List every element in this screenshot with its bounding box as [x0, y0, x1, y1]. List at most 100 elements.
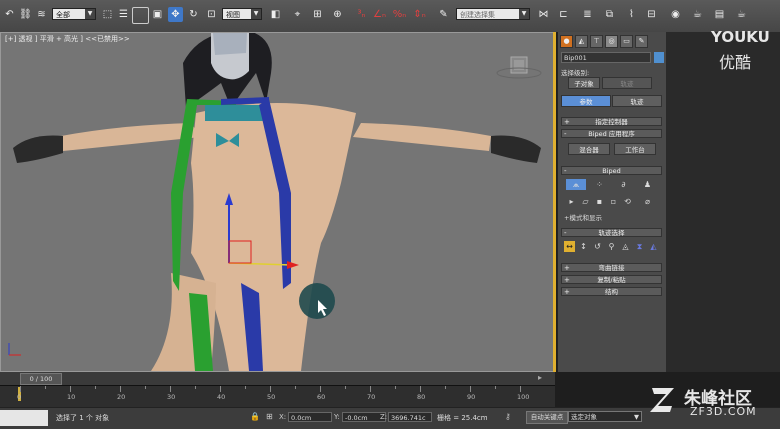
mixer-button[interactable]: 混合器 [568, 143, 610, 155]
x-coord-label: X: [279, 413, 287, 421]
collapse-icon: - [564, 167, 567, 175]
open-file-icon[interactable]: ▱ [580, 196, 591, 207]
grid-size-text: 栅格 = 25.4cm [437, 414, 488, 422]
timeline-tick-label: 40 [217, 393, 226, 401]
rollout-structure[interactable]: + 结构 [561, 287, 662, 296]
rollout-track-select[interactable]: - 轨迹选择 [561, 228, 662, 237]
schematic-view-icon[interactable]: ⊟ [644, 7, 659, 22]
workbench-button[interactable]: 工作台 [614, 143, 656, 155]
display-tab-icon[interactable]: ▭ [620, 35, 633, 48]
keyboard-shortcut-icon[interactable]: ⊞ [310, 7, 325, 22]
youku-logo-cn: 优酷 [719, 53, 752, 72]
select-opposite-icon[interactable]: ◭ [648, 241, 659, 252]
select-by-name-icon[interactable]: ☰ [116, 7, 131, 22]
motion-flow-icon[interactable]: ∂ [618, 179, 629, 190]
mixer-mode-icon[interactable]: ♟ [642, 179, 653, 190]
rollout-biped[interactable]: - Biped [561, 166, 662, 175]
selection-filter-dropdown[interactable]: 全部 ▼ [52, 8, 96, 20]
scale-icon[interactable]: ⊡ [204, 7, 219, 22]
tab-params[interactable]: 参数 [561, 95, 611, 107]
timeline-tick [345, 386, 346, 389]
mode-display-toggle[interactable]: +模式和显示 [564, 212, 602, 222]
viewcube-icon [496, 56, 542, 79]
material-editor-icon[interactable]: ◉ [668, 7, 683, 22]
edit-named-selection-icon[interactable]: ✎ [436, 7, 451, 22]
snaps-toggle-icon[interactable]: ⊕ [330, 7, 345, 22]
object-color-swatch[interactable] [654, 52, 664, 63]
symmetrical-icon[interactable]: ◬ [620, 241, 631, 252]
footstep-mode-icon[interactable]: ⁘ [594, 179, 605, 190]
time-slider-thumb[interactable]: 0 / 100 [20, 373, 62, 385]
timeline-tick [295, 386, 296, 389]
bind-spacewarp-icon[interactable]: ≋ [34, 7, 49, 22]
sub-object-button[interactable]: 子对象 [568, 77, 600, 89]
move-all-icon[interactable]: ⟲ [622, 196, 633, 207]
window-crossing-icon[interactable]: ▣ [150, 7, 165, 22]
track-bar[interactable]: 0 10 20 30 40 50 60 70 80 90 100 [0, 385, 555, 408]
render-production-icon[interactable]: ☕ [734, 7, 749, 22]
timeline-tick [270, 386, 271, 392]
body-rotation-icon[interactable]: ↺ [592, 241, 603, 252]
maxscript-listener[interactable] [0, 410, 48, 426]
rendered-frame-icon[interactable]: ▤ [712, 7, 727, 22]
collapse-icon: - [564, 229, 567, 237]
x-coord-field[interactable]: 0.0cm [288, 412, 332, 422]
save-file-icon[interactable]: ▪ [594, 196, 605, 207]
motion-tab-icon[interactable]: ◎ [605, 35, 618, 48]
lock-icon[interactable]: 🔒 [250, 412, 260, 421]
curve-editor-icon[interactable]: ⌇ [624, 7, 639, 22]
spinner-snap-icon[interactable]: ⇕ₙ [412, 7, 427, 22]
opposite-icon[interactable]: ⧗ [634, 241, 645, 252]
time-slider[interactable]: 0 / 100 ▸ [0, 372, 555, 385]
create-tab-icon[interactable]: ● [560, 35, 573, 48]
named-selection-dropdown[interactable]: 创建选择集 ▼ [456, 8, 530, 20]
body-horizontal-icon[interactable]: ↔ [564, 241, 575, 252]
hierarchy-tab-icon[interactable]: ⊤ [590, 35, 603, 48]
tab-tracks[interactable]: 轨迹 [612, 95, 662, 107]
modify-tab-icon[interactable]: ◭ [575, 35, 588, 48]
rollout-biped-app[interactable]: - Biped 应用程序 [561, 129, 662, 138]
youku-logo: YOUKU [711, 28, 770, 46]
side-blank-area [666, 32, 780, 372]
body-vertical-icon[interactable]: ↕ [578, 241, 589, 252]
angle-snap-icon[interactable]: ∠ₙ [372, 7, 387, 22]
graphite-tools-icon[interactable]: ⧉ [602, 7, 617, 22]
track-level-dropdown[interactable]: 轨迹 [602, 77, 652, 89]
perspective-viewport[interactable]: [+] 透视 ] 平滑 + 高光 ] <<已禁用>> [0, 32, 555, 372]
object-name-field[interactable]: Bip001 [561, 52, 651, 63]
render-setup-icon[interactable]: ☕ [690, 7, 705, 22]
next-frame-icon[interactable]: ▸ [538, 373, 542, 382]
figure-mode-icon[interactable]: ⩕ [566, 179, 586, 190]
select-manipulate-icon[interactable]: ⌖ [290, 7, 305, 22]
align-icon[interactable]: ⊏ [556, 7, 571, 22]
expand-icon: + [564, 276, 570, 284]
key-icon[interactable]: ⚷ [505, 412, 511, 421]
convert-icon[interactable]: ▫ [608, 196, 619, 207]
absolute-mode-icon[interactable]: ⊞ [266, 412, 273, 421]
rect-selection-icon[interactable] [132, 7, 149, 24]
percent-snap-icon[interactable]: %ₙ [392, 7, 407, 22]
rollout-copy-paste[interactable]: + 复制/粘贴 [561, 275, 662, 284]
snap-3d-icon[interactable]: ³ₙ [354, 7, 369, 22]
lock-cog-icon[interactable]: ⚲ [606, 241, 617, 252]
load-file-icon[interactable]: ▸ [566, 196, 577, 207]
select-object-icon[interactable]: ⬚ [100, 7, 115, 22]
buffer-icon[interactable]: ⌀ [642, 196, 653, 207]
timeline-tick [120, 386, 121, 392]
layer-manager-icon[interactable]: ≣ [580, 7, 595, 22]
rotate-icon[interactable]: ↻ [186, 7, 201, 22]
move-icon[interactable]: ✥ [168, 7, 183, 22]
link-icon[interactable]: ⛓ [18, 7, 33, 22]
mirror-icon[interactable]: ⋈ [536, 7, 551, 22]
undo-icon[interactable]: ↶ [2, 7, 17, 22]
pivot-center-icon[interactable]: ◧ [268, 7, 283, 22]
autokey-button[interactable]: 自动关键点 [526, 411, 568, 424]
reference-coordinate-dropdown[interactable]: 视图 ▼ [222, 8, 262, 20]
rollout-bend-links[interactable]: + 弯曲链接 [561, 263, 662, 272]
rollout-assign-controller[interactable]: + 指定控制器 [561, 117, 662, 126]
z-coord-field[interactable]: 3696.741c [388, 412, 432, 422]
selected-object-dropdown[interactable]: 选定对象 ▼ [568, 411, 642, 422]
expand-icon: + [564, 264, 570, 272]
utilities-tab-icon[interactable]: ✎ [635, 35, 648, 48]
timeline-tick [70, 386, 71, 392]
